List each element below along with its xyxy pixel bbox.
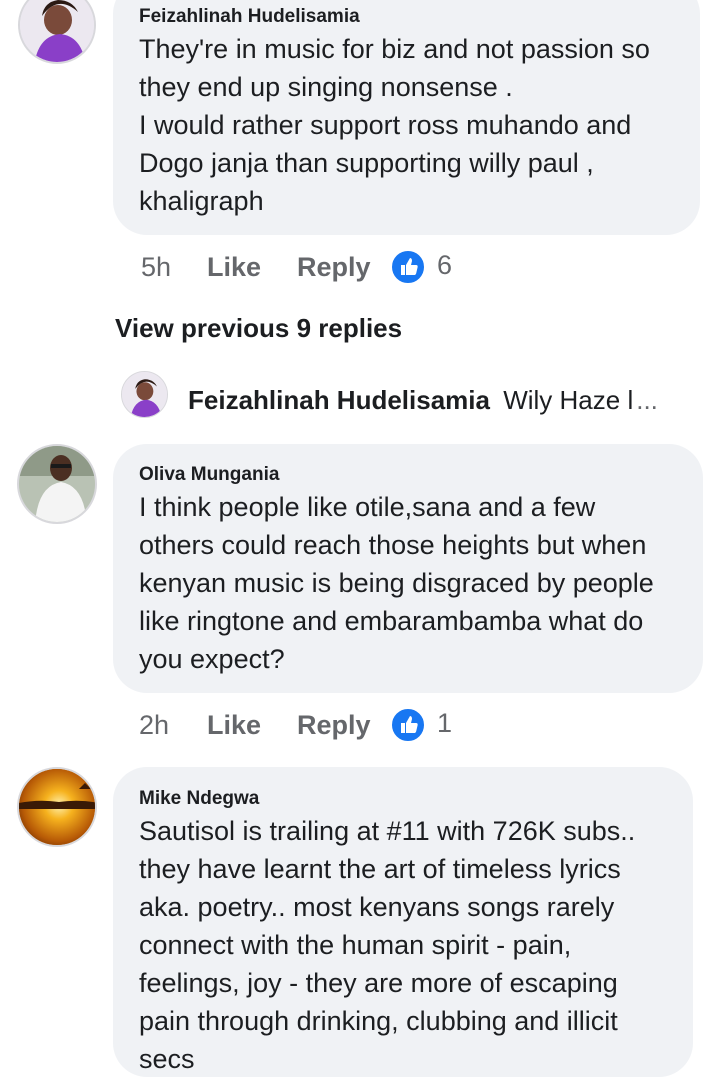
avatar[interactable] (17, 767, 97, 847)
reply-preview-ellipsis: ... (636, 385, 658, 415)
reaction-count[interactable]: 6 (437, 250, 452, 281)
reaction-count[interactable]: 1 (437, 708, 452, 739)
profile-photo (122, 372, 167, 417)
profile-photo (20, 0, 94, 62)
reply-button[interactable]: Reply (297, 252, 371, 283)
comment-text: I think people like otile,sana and a few… (139, 492, 654, 674)
profile-photo (19, 446, 95, 522)
comment-time[interactable]: 2h (139, 710, 169, 741)
reply-preview-snippet: Wily Haze l (503, 385, 634, 415)
reply-preview[interactable]: Feizahlinah Hudelisamia Wily Haze l... (188, 385, 658, 416)
view-previous-replies-link[interactable]: View previous 9 replies (115, 313, 402, 344)
like-button[interactable]: Like (207, 710, 261, 741)
reply-preview-author: Feizahlinah Hudelisamia (188, 385, 490, 415)
comment-text: Sautisol is trailing at #11 with 726K su… (139, 816, 636, 1074)
reply-button[interactable]: Reply (297, 710, 371, 741)
like-button[interactable]: Like (207, 252, 261, 283)
profile-photo (19, 769, 95, 845)
comment-time[interactable]: 5h (141, 252, 171, 283)
comment-author[interactable]: Feizahlinah Hudelisamia (139, 6, 360, 28)
comment-author[interactable]: Mike Ndegwa (139, 788, 259, 810)
reply-preview-avatar[interactable] (121, 371, 168, 418)
comment-author[interactable]: Oliva Mungania (139, 464, 279, 486)
thumbs-up-icon[interactable] (390, 707, 426, 743)
thumbs-up-icon[interactable] (390, 249, 426, 285)
avatar[interactable] (18, 0, 96, 64)
comment-text: They're in music for biz and not passion… (139, 34, 650, 216)
avatar[interactable] (17, 444, 97, 524)
